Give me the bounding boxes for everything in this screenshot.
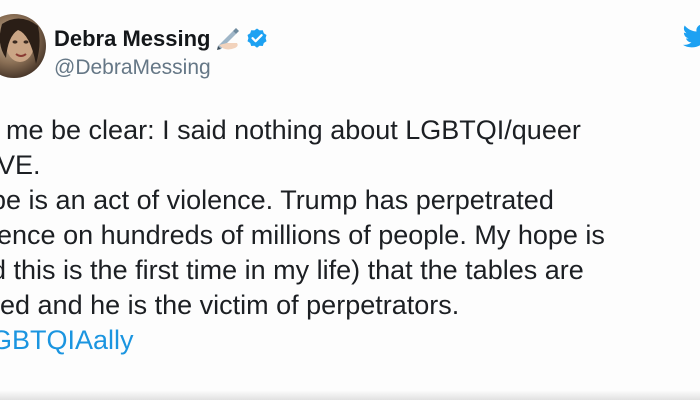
tweet-body: et me be clear: I said nothing about LGB… [0,113,700,358]
tweet-line-1: et me be clear: I said nothing about LGB… [0,115,581,145]
tweet-line-3: ape is an act of violence. Trump has per… [0,185,554,215]
writing-hand-icon [215,26,241,52]
tweet-line-6: rned and he is the victim of perpetrator… [0,290,460,320]
author-name[interactable]: Debra Messing [54,26,211,52]
tweet-card: Debra Messing @DebraMessing et me be cle… [0,0,700,400]
author-row: Debra Messing [54,22,269,56]
verified-badge-icon [245,27,269,51]
avatar[interactable] [0,14,46,78]
author-handle[interactable]: @DebraMessing [54,56,211,80]
tweet-line-4: olence on hundreds of millions of people… [0,220,605,250]
twitter-bird-icon[interactable] [682,24,700,50]
hashtag-link[interactable]: LGBTQIAally [0,323,700,358]
tweet-line-5: nd this is the first time in my life) th… [0,255,584,285]
tweet-line-2: OVE. [0,150,41,180]
bottom-edge [0,390,700,400]
